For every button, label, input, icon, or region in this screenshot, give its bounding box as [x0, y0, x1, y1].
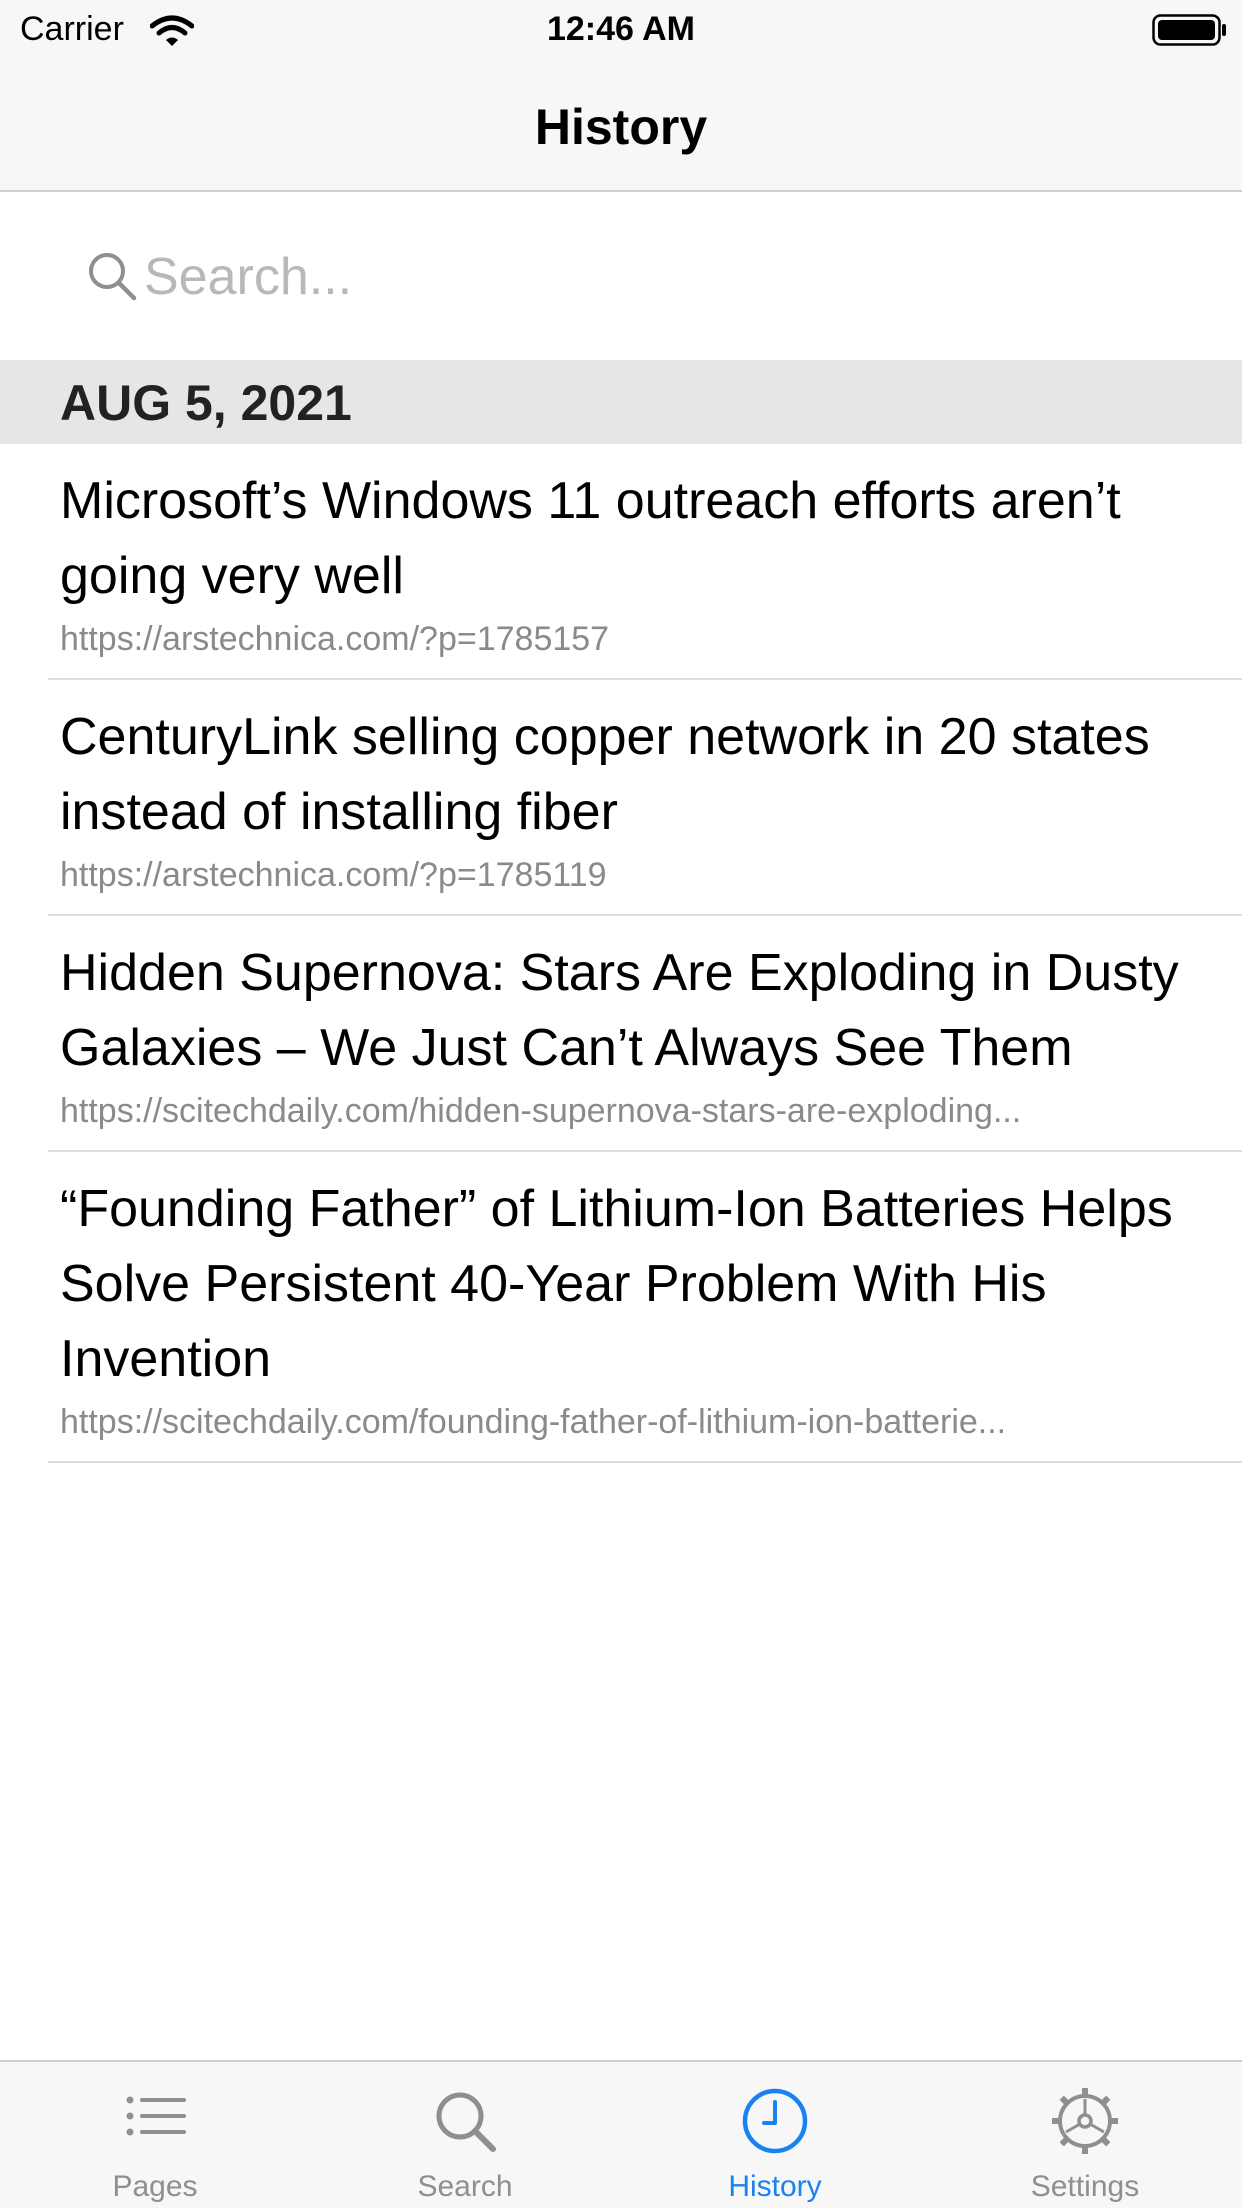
history-item-url: https://arstechnica.com/?p=1785119 — [60, 856, 607, 894]
list-icon — [126, 2096, 186, 2136]
history-item[interactable]: Microsoft’s Windows 11 outreach efforts … — [0, 444, 1242, 680]
gear-icon — [1052, 2088, 1118, 2154]
tab-bar: Pages Search History Settings — [0, 2060, 1242, 2208]
search-bar — [0, 192, 1242, 360]
section-date: AUG 5, 2021 — [60, 375, 352, 431]
search-icon — [436, 2092, 496, 2152]
history-item[interactable]: Hidden Supernova: Stars Are Exploding in… — [0, 916, 1242, 1152]
tab-history[interactable]: History — [620, 2062, 930, 2208]
section-header: AUG 5, 2021 — [0, 360, 1242, 444]
tab-pages[interactable]: Pages — [0, 2062, 310, 2208]
search-input[interactable] — [144, 242, 1144, 312]
status-bar: Carrier 12:46 AM — [0, 0, 1242, 62]
history-item-url: https://arstechnica.com/?p=1785157 — [60, 620, 610, 658]
clock-icon — [742, 2088, 808, 2154]
status-time: 12:46 AM — [546, 10, 696, 48]
history-item-title: “Founding Father” of Lithium-Ion Batteri… — [60, 1180, 1173, 1388]
tab-label: Settings — [1030, 2170, 1140, 2203]
history-item-title: CenturyLink selling copper network in 20… — [60, 708, 1150, 841]
battery-icon — [1152, 14, 1226, 46]
history-item-url: https://scitechdaily.com/founding-father… — [60, 1403, 1007, 1441]
tab-label: History — [728, 2170, 822, 2203]
search-icon — [89, 253, 137, 301]
tab-settings[interactable]: Settings — [930, 2062, 1240, 2208]
page-title: History — [534, 99, 708, 155]
history-item-title: Hidden Supernova: Stars Are Exploding in… — [60, 944, 1179, 1077]
navigation-bar: History — [0, 62, 1242, 192]
history-item-title: Microsoft’s Windows 11 outreach efforts … — [60, 472, 1121, 605]
tab-label: Pages — [112, 2170, 198, 2203]
tab-search[interactable]: Search — [310, 2062, 620, 2208]
history-item[interactable]: “Founding Father” of Lithium-Ion Batteri… — [0, 1152, 1242, 1463]
history-item-url: https://scitechdaily.com/hidden-supernov… — [60, 1092, 1022, 1130]
tab-label: Search — [417, 2170, 513, 2203]
history-list: Microsoft’s Windows 11 outreach efforts … — [0, 444, 1242, 1463]
history-item[interactable]: CenturyLink selling copper network in 20… — [0, 680, 1242, 916]
